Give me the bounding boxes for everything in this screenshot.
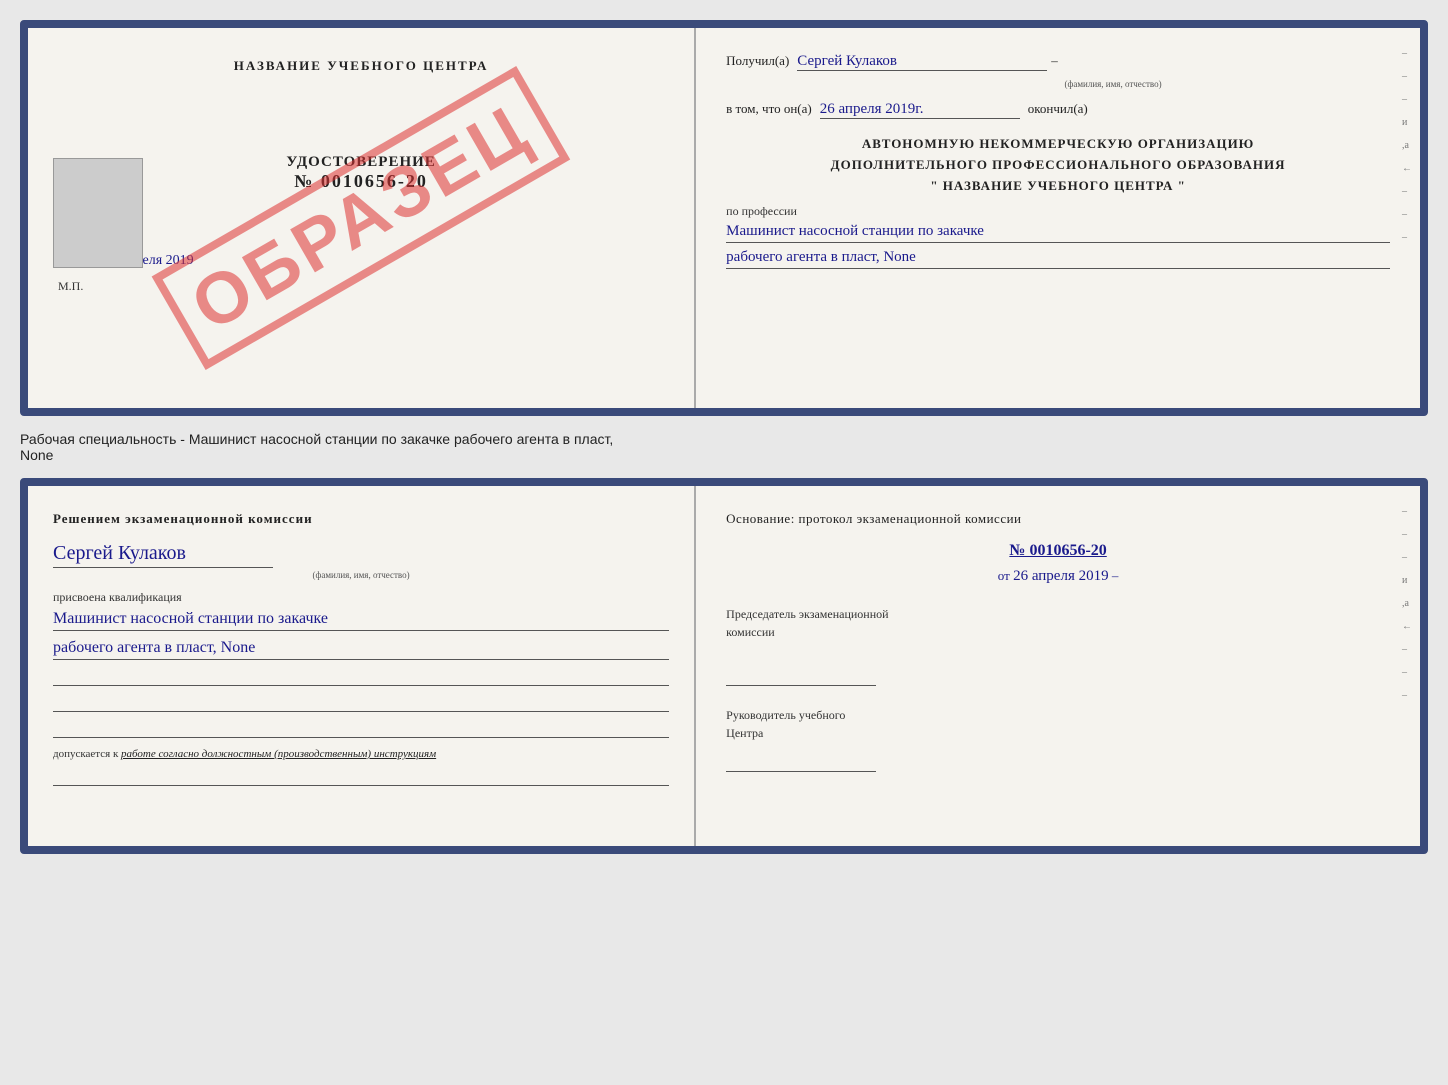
doc1-left-panel: НАЗВАНИЕ УЧЕБНОГО ЦЕНТРА ОБРАЗЕЦ УДОСТОВ… [28, 28, 696, 408]
name-row: Сергей Кулаков [53, 542, 669, 570]
vtom-row: в том, что он(а) 26 апреля 2019г. окончи… [726, 101, 1390, 119]
obrazets-stamp: ОБРАЗЕЦ [152, 66, 571, 370]
doc1-right-panel: Получил(а) Сергей Кулаков – (фамилия, им… [696, 28, 1420, 408]
section-title-text: Решением экзаменационной комиссии [53, 511, 313, 526]
chairman-label: Председатель экзаменационной комиссии [726, 605, 1390, 641]
chairman-label1: Председатель экзаменационной [726, 607, 888, 621]
qualification-line1: Машинист насосной станции по закачке [53, 610, 669, 631]
udostoverenie-label: УДОСТОВЕРЕНИЕ [58, 154, 664, 171]
between-label: Рабочая специальность - Машинист насосно… [20, 426, 1428, 468]
between-label2-text: None [20, 447, 53, 463]
blank-line-3 [53, 720, 669, 738]
cert-title: НАЗВАНИЕ УЧЕБНОГО ЦЕНТРА [58, 58, 664, 74]
mp-label: М.П. [58, 279, 664, 294]
poluchil-dash: – [1051, 53, 1058, 69]
poluchil-row: Получил(а) Сергей Кулаков – [726, 53, 1390, 71]
blank-line-4 [53, 768, 669, 786]
ot-date: 26 апреля 2019 [1013, 568, 1109, 584]
dopuskaetsya-row: допускается к работе согласно должностны… [53, 748, 669, 760]
vydano-row: Выдано 26 апреля 2019 [58, 252, 664, 269]
rukovoditel-label2: Центра [726, 726, 763, 740]
person-name: Сергей Кулаков [53, 542, 273, 568]
section-title: Решением экзаменационной комиссии [53, 511, 669, 527]
chairman-signature-line [726, 661, 876, 686]
doc2-right-margin-marks: – – – и ,а ← – – – [1402, 506, 1412, 701]
okonchil-label: окончил(а) [1028, 101, 1088, 117]
poluchil-name: Сергей Кулаков [797, 53, 1047, 71]
org-line2: ДОПОЛНИТЕЛЬНОГО ПРОФЕССИОНАЛЬНОГО ОБРАЗО… [726, 155, 1390, 176]
ot-label: от [998, 568, 1010, 583]
blank-line-2 [53, 694, 669, 712]
po-professii-text: по профессии [726, 204, 797, 218]
vtom-date: 26 апреля 2019г. [820, 101, 1020, 119]
fio-sub: (фамилия, имя, отчество) [836, 79, 1390, 89]
profession-line2: рабочего агента в пласт, None [726, 249, 1390, 269]
qualification-line2: рабочего агента в пласт, None [53, 639, 669, 660]
prisvoena-label: присвоена квалификация [53, 590, 669, 605]
chairman-label2: комиссии [726, 625, 775, 639]
photo-placeholder [53, 158, 143, 268]
right-margin-marks: – – – и ,а ← – – – [1402, 48, 1412, 243]
blank-line-1 [53, 668, 669, 686]
name-sub: (фамилия, имя, отчество) [53, 570, 669, 580]
dopuskaetsya-label: допускается к [53, 748, 118, 760]
org-line1: АВТОНОМНУЮ НЕКОММЕРЧЕСКУЮ ОРГАНИЗАЦИЮ [726, 134, 1390, 155]
cert-body: УДОСТОВЕРЕНИЕ № 0010656-20 [58, 154, 664, 192]
document-2: Решением экзаменационной комиссии Сергей… [20, 478, 1428, 854]
protocol-number: № 0010656-20 [726, 542, 1390, 560]
po-professii-label: по профессии [726, 204, 1390, 219]
rukovoditel-signature-line [726, 747, 876, 772]
org-line3: " НАЗВАНИЕ УЧЕБНОГО ЦЕНТРА " [726, 176, 1390, 197]
vtom-label: в том, что он(а) [726, 101, 812, 117]
org-block: АВТОНОМНУЮ НЕКОММЕРЧЕСКУЮ ОРГАНИЗАЦИЮ ДО… [726, 134, 1390, 196]
rukovoditel-label1: Руководитель учебного [726, 708, 845, 722]
osnov-title: Основание: протокол экзаменационной коми… [726, 511, 1390, 527]
poluchil-label: Получил(а) [726, 53, 789, 69]
ot-dash: – [1112, 568, 1119, 583]
cert-number: № 0010656-20 [58, 171, 664, 192]
doc2-right-panel: Основание: протокол экзаменационной коми… [696, 486, 1420, 846]
profession-line1: Машинист насосной станции по закачке [726, 223, 1390, 243]
rukovoditel-label: Руководитель учебного Центра [726, 706, 1390, 742]
document-1: НАЗВАНИЕ УЧЕБНОГО ЦЕНТРА ОБРАЗЕЦ УДОСТОВ… [20, 20, 1428, 416]
dopuskaetsya-text: работе согласно должностным (производств… [121, 748, 436, 760]
ot-date-row: от 26 апреля 2019 – [726, 568, 1390, 585]
between-label-text: Рабочая специальность - Машинист насосно… [20, 431, 613, 447]
doc2-left-panel: Решением экзаменационной комиссии Сергей… [28, 486, 696, 846]
